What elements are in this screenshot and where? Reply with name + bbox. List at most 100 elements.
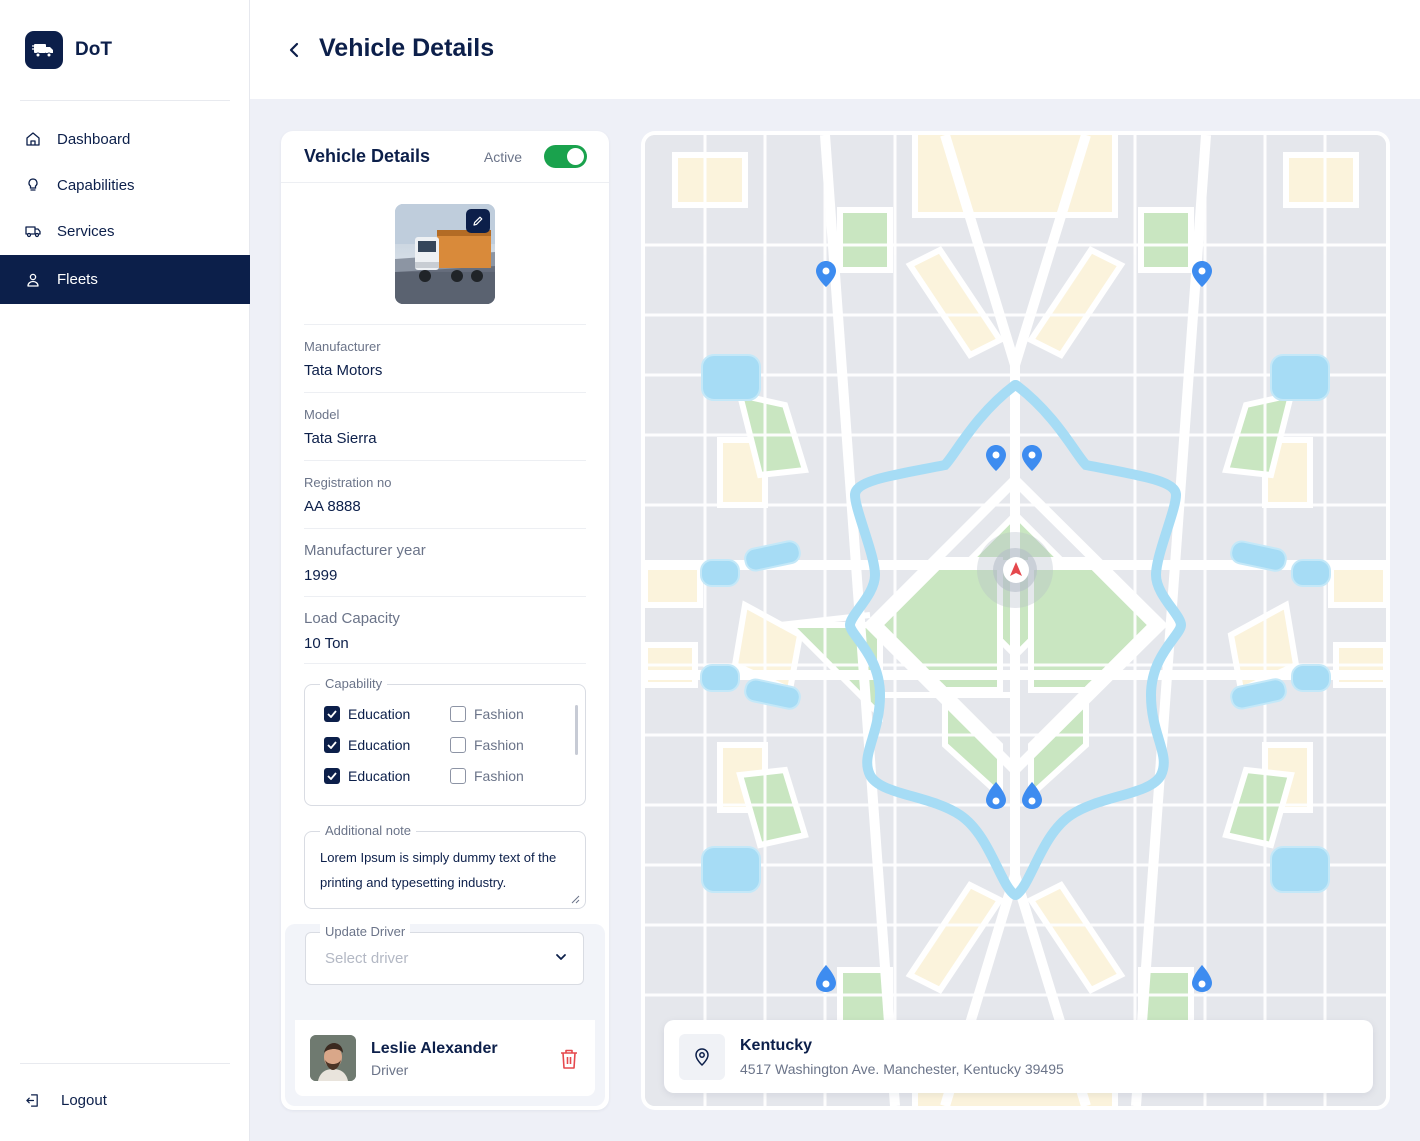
capability-option[interactable]: Education: [324, 768, 410, 784]
load-capacity-field: Load Capacity 10 Ton: [304, 596, 586, 652]
checkbox-checked[interactable]: [324, 706, 340, 722]
field-label: Manufacturer year: [304, 542, 426, 559]
map-card: Kentucky 4517 Washington Ave. Manchester…: [641, 131, 1390, 1110]
card-title: Vehicle Details: [304, 146, 431, 166]
registration-field: Registration no AA 8888: [304, 460, 586, 515]
sidebar-item-label: Dashboard: [57, 130, 131, 148]
status-label: Active: [483, 148, 522, 165]
chevron-down-icon: [556, 954, 566, 960]
chevron-left-icon: [289, 42, 299, 58]
capability-group: Capability Education Fashion Education F…: [304, 676, 586, 806]
driver-name: Leslie Alexander: [371, 1040, 498, 1057]
field-value: AA 8888: [304, 498, 361, 515]
note-legend: Additional note: [320, 823, 417, 838]
brand-name: DoT: [75, 39, 112, 60]
sidebar-item-fleets[interactable]: Fleets: [0, 255, 250, 304]
checkbox-checked[interactable]: [324, 737, 340, 753]
capability-option[interactable]: Fashion: [450, 706, 524, 722]
check-icon: [327, 741, 337, 749]
sidebar-item-label: Fleets: [57, 271, 98, 288]
driver-role: Driver: [371, 1062, 409, 1078]
logout-icon: [26, 1094, 38, 1107]
map-view[interactable]: Kentucky 4517 Washington Ave. Manchester…: [645, 135, 1386, 1106]
driver-section: Update Driver Select driver Leslie Alexa…: [285, 924, 605, 1106]
capability-option[interactable]: Education: [324, 706, 410, 722]
field-value: 1999: [304, 567, 338, 584]
sidebar-item-capabilities[interactable]: Capabilities: [0, 162, 250, 208]
checkbox-unchecked[interactable]: [450, 768, 466, 784]
check-icon: [327, 710, 337, 718]
map-pin-icon[interactable]: [816, 261, 836, 287]
sidebar-item-services[interactable]: Services: [0, 208, 250, 254]
avatar: [310, 1035, 356, 1081]
capability-label: Education: [348, 768, 411, 784]
note-textarea[interactable]: Lorem Ipsum is simply dummy text of the …: [320, 845, 570, 895]
page-header: Vehicle Details: [250, 0, 1420, 99]
driver-photo: [310, 1035, 356, 1081]
brand[interactable]: DoT: [25, 31, 112, 69]
check-icon: [327, 772, 337, 780]
lightbulb-icon: [28, 178, 38, 191]
checkbox-unchecked[interactable]: [450, 737, 466, 753]
active-toggle[interactable]: [544, 145, 587, 168]
map-drop-icon[interactable]: [986, 782, 1006, 809]
field-value: Tata Motors: [304, 362, 383, 379]
capability-label: Fashion: [474, 706, 524, 722]
additional-note-field[interactable]: Additional note Lorem Ipsum is simply du…: [304, 823, 586, 909]
vehicle-photo: [395, 204, 495, 304]
location-pin-icon: [679, 1034, 725, 1080]
scrollbar[interactable]: [575, 705, 578, 755]
capability-legend: Capability: [320, 676, 388, 691]
edit-photo-button[interactable]: [466, 209, 490, 233]
pencil-icon: [473, 216, 483, 226]
map-pin-icon[interactable]: [1192, 261, 1212, 287]
map-markers: [816, 261, 1212, 992]
model-field: Model Tata Sierra: [304, 392, 586, 447]
truck-icon: [25, 226, 41, 238]
capability-label: Fashion: [474, 768, 524, 784]
map-drop-icon[interactable]: [1022, 782, 1042, 809]
trash-icon[interactable]: [559, 1048, 579, 1070]
sidebar-nav: Dashboard Capabilities Services Fleets: [0, 116, 250, 304]
driver-select-legend: Update Driver: [320, 924, 411, 939]
checkbox-unchecked[interactable]: [450, 706, 466, 722]
location-card[interactable]: Kentucky 4517 Washington Ave. Manchester…: [664, 1020, 1373, 1093]
capability-option[interactable]: Education: [324, 737, 410, 753]
field-value: Tata Sierra: [304, 430, 377, 447]
home-icon: [26, 132, 40, 146]
manufacturer-field: Manufacturer Tata Motors: [304, 324, 586, 379]
field-label: Load Capacity: [304, 610, 400, 627]
logout-label: Logout: [61, 1092, 107, 1109]
capability-label: Education: [348, 706, 411, 722]
capability-option[interactable]: Fashion: [450, 768, 524, 784]
logout-button[interactable]: Logout: [25, 1092, 107, 1109]
location-title: Kentucky: [740, 1037, 813, 1054]
map-pin-icon[interactable]: [1022, 445, 1042, 471]
field-value: 10 Ton: [304, 635, 349, 652]
map-drop-icon[interactable]: [816, 965, 836, 992]
field-label: Manufacturer: [304, 339, 381, 354]
capability-option[interactable]: Fashion: [450, 737, 524, 753]
sidebar-item-label: Capabilities: [57, 176, 135, 194]
sidebar-item-dashboard[interactable]: Dashboard: [0, 116, 250, 162]
map-pin-icon[interactable]: [986, 445, 1006, 471]
back-button[interactable]: [284, 38, 304, 62]
card-header: Vehicle Details Active: [281, 131, 609, 183]
capability-label: Education: [348, 737, 411, 753]
manufacturer-year-field: Manufacturer year 1999: [304, 528, 586, 584]
resize-handle-icon[interactable]: [571, 895, 580, 904]
driver-select[interactable]: Update Driver Select driver: [305, 924, 584, 985]
divider: [304, 663, 586, 664]
location-address: 4517 Washington Ave. Manchester, Kentuck…: [740, 1061, 1064, 1077]
map-drop-icon[interactable]: [1192, 965, 1212, 992]
sidebar-divider: [20, 100, 230, 101]
sidebar: DoT Dashboard Capabilities Services Flee…: [0, 0, 250, 1141]
field-label: Model: [304, 407, 340, 422]
driver-item: Leslie Alexander Driver: [295, 1020, 595, 1096]
user-icon: [27, 273, 39, 287]
page-title: Vehicle Details: [319, 34, 495, 62]
sidebar-divider: [20, 1063, 230, 1064]
capability-label: Fashion: [474, 737, 524, 753]
field-label: Registration no: [304, 475, 392, 490]
checkbox-checked[interactable]: [324, 768, 340, 784]
